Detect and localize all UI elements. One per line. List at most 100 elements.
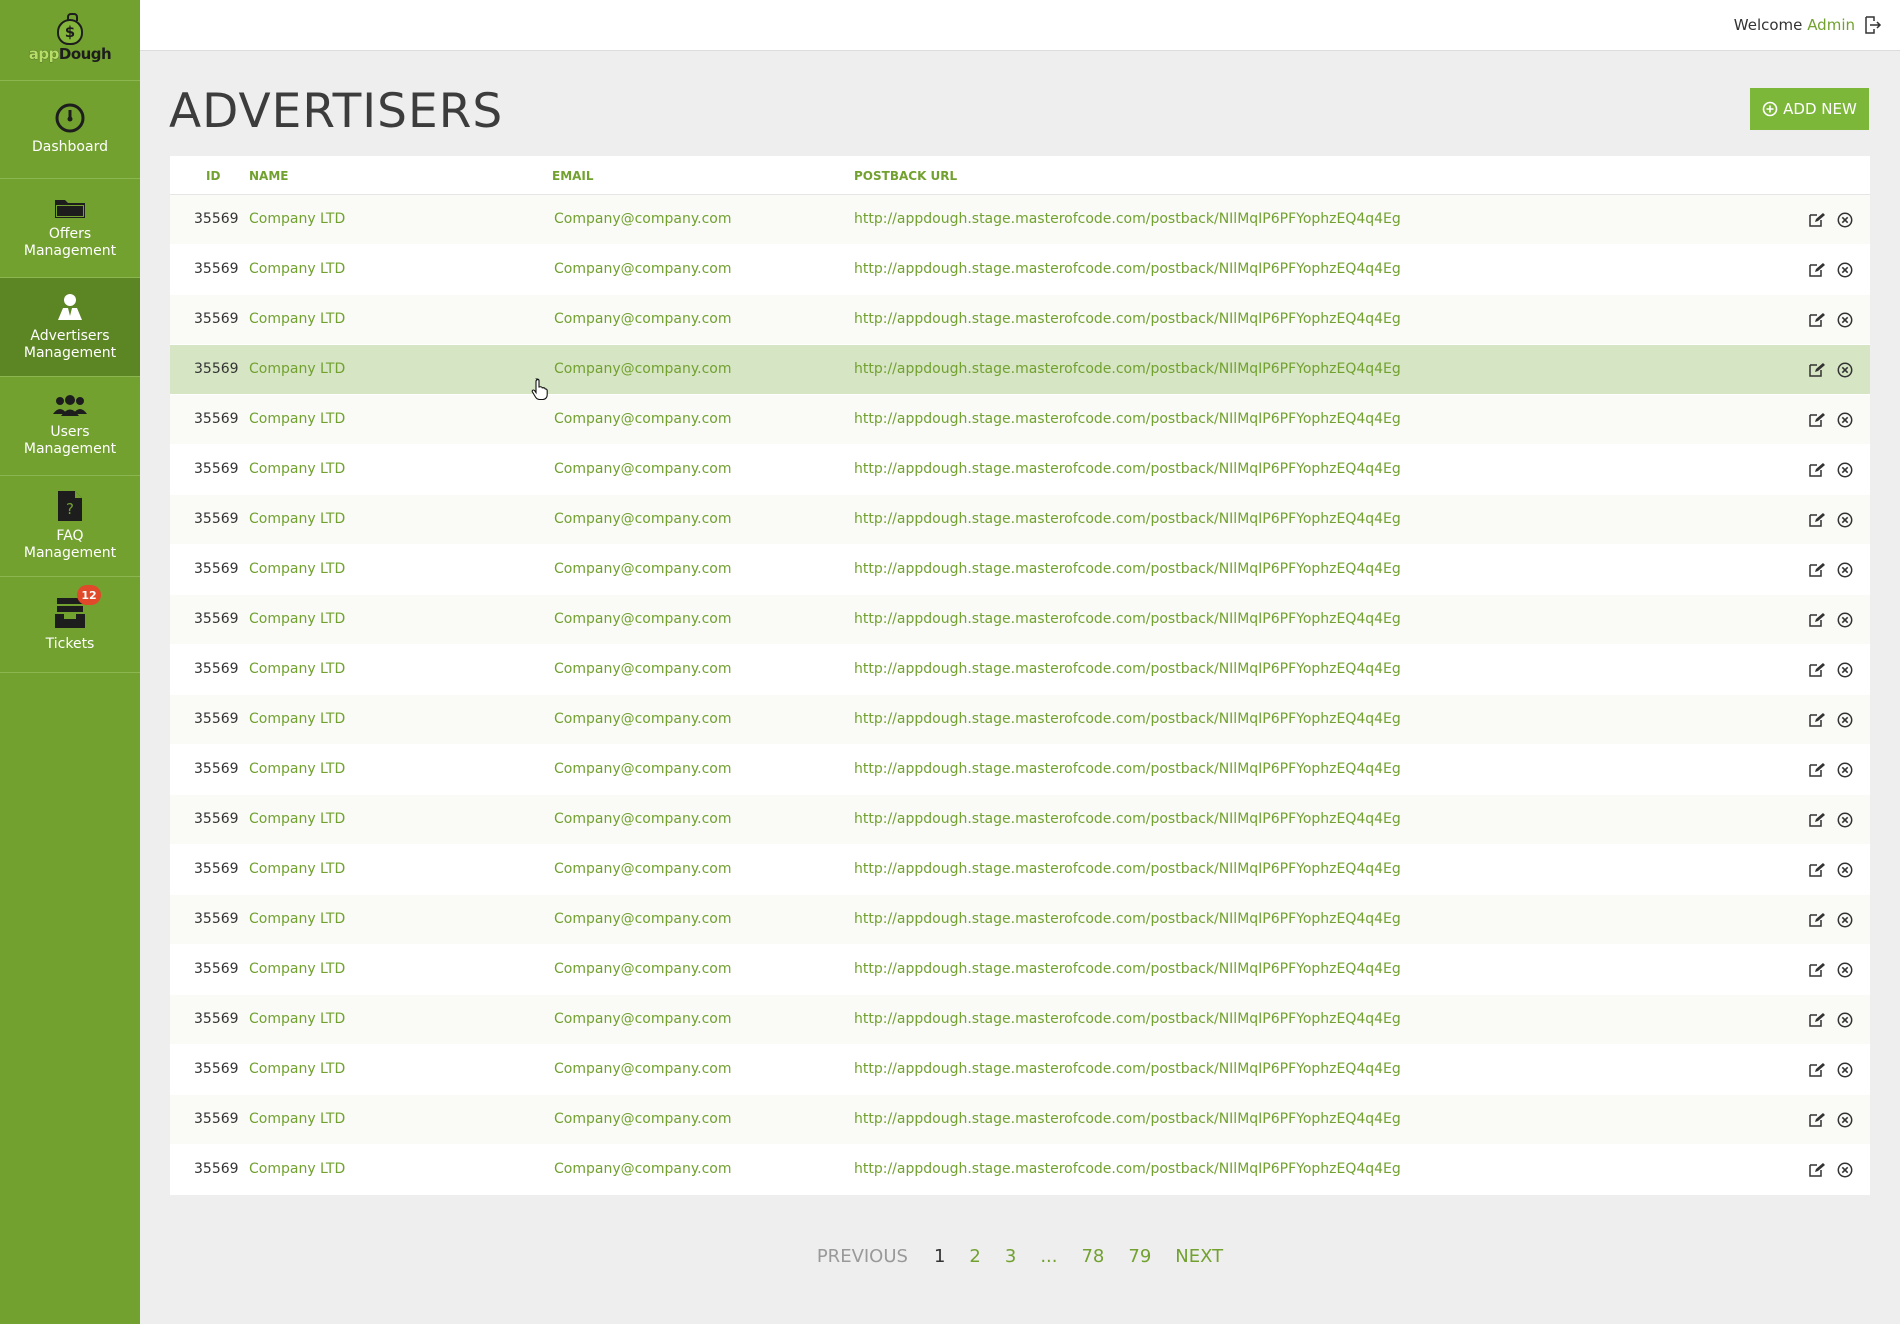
sidebar-item-faq[interactable]: ? FAQ Management xyxy=(0,476,140,577)
edit-icon[interactable] xyxy=(1809,1162,1825,1177)
table-row[interactable]: 35569 Company LTD Company@company.com http:… xyxy=(170,595,1870,645)
cell-email-link[interactable]: Company@company.com xyxy=(554,461,731,477)
delete-icon[interactable] xyxy=(1837,512,1853,528)
edit-icon[interactable] xyxy=(1809,762,1825,777)
header-email[interactable]: EMAIL xyxy=(552,169,594,183)
table-row[interactable]: 35569 Company LTD Company@company.com http:… xyxy=(170,995,1870,1045)
delete-icon[interactable] xyxy=(1837,312,1853,328)
edit-icon[interactable] xyxy=(1809,512,1825,527)
cell-postback-url-link[interactable]: http://appdough.stage.masterofcode.com/p… xyxy=(854,261,1401,277)
cell-email-link[interactable]: Company@company.com xyxy=(554,711,731,727)
delete-icon[interactable] xyxy=(1837,1162,1853,1178)
cell-email-link[interactable]: Company@company.com xyxy=(554,561,731,577)
edit-icon[interactable] xyxy=(1809,812,1825,827)
cell-postback-url-link[interactable]: http://appdough.stage.masterofcode.com/p… xyxy=(854,361,1401,377)
cell-email-link[interactable]: Company@company.com xyxy=(554,1111,731,1127)
cell-name-link[interactable]: Company LTD xyxy=(249,861,345,877)
delete-icon[interactable] xyxy=(1837,262,1853,278)
cell-email-link[interactable]: Company@company.com xyxy=(554,961,731,977)
sidebar-item-dashboard[interactable]: Dashboard xyxy=(0,81,140,179)
cell-postback-url-link[interactable]: http://appdough.stage.masterofcode.com/p… xyxy=(854,761,1401,777)
cell-postback-url-link[interactable]: http://appdough.stage.masterofcode.com/p… xyxy=(854,461,1401,477)
cell-postback-url-link[interactable]: http://appdough.stage.masterofcode.com/p… xyxy=(854,661,1401,677)
header-id[interactable]: ID xyxy=(206,169,220,183)
table-row[interactable]: 35569 Company LTD Company@company.com http:… xyxy=(170,445,1870,495)
cell-email-link[interactable]: Company@company.com xyxy=(554,861,731,877)
cell-name-link[interactable]: Company LTD xyxy=(249,761,345,777)
table-row[interactable]: 35569 Company LTD Company@company.com http:… xyxy=(170,695,1870,745)
delete-icon[interactable] xyxy=(1837,962,1853,978)
delete-icon[interactable] xyxy=(1837,1062,1853,1078)
sidebar-item-users[interactable]: Users Management xyxy=(0,377,140,476)
cell-name-link[interactable]: Company LTD xyxy=(249,711,345,727)
edit-icon[interactable] xyxy=(1809,462,1825,477)
edit-icon[interactable] xyxy=(1809,612,1825,627)
cell-postback-url-link[interactable]: http://appdough.stage.masterofcode.com/p… xyxy=(854,1011,1401,1027)
edit-icon[interactable] xyxy=(1809,412,1825,427)
edit-icon[interactable] xyxy=(1809,212,1825,227)
user-name-link[interactable]: Admin xyxy=(1807,16,1855,34)
edit-icon[interactable] xyxy=(1809,1012,1825,1027)
cell-email-link[interactable]: Company@company.com xyxy=(554,911,731,927)
edit-icon[interactable] xyxy=(1809,912,1825,927)
delete-icon[interactable] xyxy=(1837,412,1853,428)
cell-name-link[interactable]: Company LTD xyxy=(249,611,345,627)
cell-email-link[interactable]: Company@company.com xyxy=(554,411,731,427)
cell-postback-url-link[interactable]: http://appdough.stage.masterofcode.com/p… xyxy=(854,561,1401,577)
table-row[interactable]: 35569 Company LTD Company@company.com http:… xyxy=(170,195,1870,245)
app-logo[interactable]: $ appDough xyxy=(0,0,140,81)
cell-postback-url-link[interactable]: http://appdough.stage.masterofcode.com/p… xyxy=(854,311,1401,327)
edit-icon[interactable] xyxy=(1809,1062,1825,1077)
cell-name-link[interactable]: Company LTD xyxy=(249,661,345,677)
edit-icon[interactable] xyxy=(1809,1112,1825,1127)
cell-email-link[interactable]: Company@company.com xyxy=(554,811,731,827)
cell-name-link[interactable]: Company LTD xyxy=(249,461,345,477)
cell-postback-url-link[interactable]: http://appdough.stage.masterofcode.com/p… xyxy=(854,1061,1401,1077)
cell-name-link[interactable]: Company LTD xyxy=(249,361,345,377)
delete-icon[interactable] xyxy=(1837,712,1853,728)
cell-email-link[interactable]: Company@company.com xyxy=(554,311,731,327)
edit-icon[interactable] xyxy=(1809,262,1825,277)
delete-icon[interactable] xyxy=(1837,762,1853,778)
cell-email-link[interactable]: Company@company.com xyxy=(554,511,731,527)
cell-postback-url-link[interactable]: http://appdough.stage.masterofcode.com/p… xyxy=(854,411,1401,427)
cell-postback-url-link[interactable]: http://appdough.stage.masterofcode.com/p… xyxy=(854,711,1401,727)
cell-name-link[interactable]: Company LTD xyxy=(249,1011,345,1027)
edit-icon[interactable] xyxy=(1809,362,1825,377)
delete-icon[interactable] xyxy=(1837,612,1853,628)
table-row[interactable]: 35569 Company LTD Company@company.com http:… xyxy=(170,395,1870,445)
sidebar-item-tickets[interactable]: 12 Tickets xyxy=(0,577,140,673)
cell-name-link[interactable]: Company LTD xyxy=(249,1161,345,1177)
cell-name-link[interactable]: Company LTD xyxy=(249,311,345,327)
cell-postback-url-link[interactable]: http://appdough.stage.masterofcode.com/p… xyxy=(854,1111,1401,1127)
table-row[interactable]: 35569 Company LTD Company@company.com http:… xyxy=(170,895,1870,945)
add-new-button[interactable]: ADD NEW xyxy=(1750,88,1869,130)
cell-email-link[interactable]: Company@company.com xyxy=(554,611,731,627)
cell-name-link[interactable]: Company LTD xyxy=(249,961,345,977)
cell-postback-url-link[interactable]: http://appdough.stage.masterofcode.com/p… xyxy=(854,961,1401,977)
delete-icon[interactable] xyxy=(1837,212,1853,228)
cell-email-link[interactable]: Company@company.com xyxy=(554,361,731,377)
table-row[interactable]: 35569 Company LTD Company@company.com http:… xyxy=(170,1095,1870,1145)
cell-postback-url-link[interactable]: http://appdough.stage.masterofcode.com/p… xyxy=(854,1161,1401,1177)
edit-icon[interactable] xyxy=(1809,862,1825,877)
delete-icon[interactable] xyxy=(1837,1112,1853,1128)
cell-postback-url-link[interactable]: http://appdough.stage.masterofcode.com/p… xyxy=(854,611,1401,627)
edit-icon[interactable] xyxy=(1809,662,1825,677)
cell-name-link[interactable]: Company LTD xyxy=(249,211,345,227)
table-row[interactable]: 35569 Company LTD Company@company.com http:… xyxy=(170,495,1870,545)
table-row[interactable]: 35569 Company LTD Company@company.com http:… xyxy=(170,945,1870,995)
table-row[interactable]: 35569 Company LTD Company@company.com http:… xyxy=(170,245,1870,295)
cell-name-link[interactable]: Company LTD xyxy=(249,911,345,927)
cell-postback-url-link[interactable]: http://appdough.stage.masterofcode.com/p… xyxy=(854,211,1401,227)
table-row[interactable]: 35569 Company LTD Company@company.com http:… xyxy=(170,1145,1870,1195)
edit-icon[interactable] xyxy=(1809,562,1825,577)
pagination-page[interactable]: 2 xyxy=(969,1246,980,1267)
cell-name-link[interactable]: Company LTD xyxy=(249,1111,345,1127)
delete-icon[interactable] xyxy=(1837,1012,1853,1028)
logout-icon[interactable] xyxy=(1864,16,1882,34)
cell-name-link[interactable]: Company LTD xyxy=(249,811,345,827)
header-postback-url[interactable]: POSTBACK URL xyxy=(854,169,957,183)
cell-email-link[interactable]: Company@company.com xyxy=(554,1011,731,1027)
table-row[interactable]: 35569 Company LTD Company@company.com http:… xyxy=(170,1045,1870,1095)
